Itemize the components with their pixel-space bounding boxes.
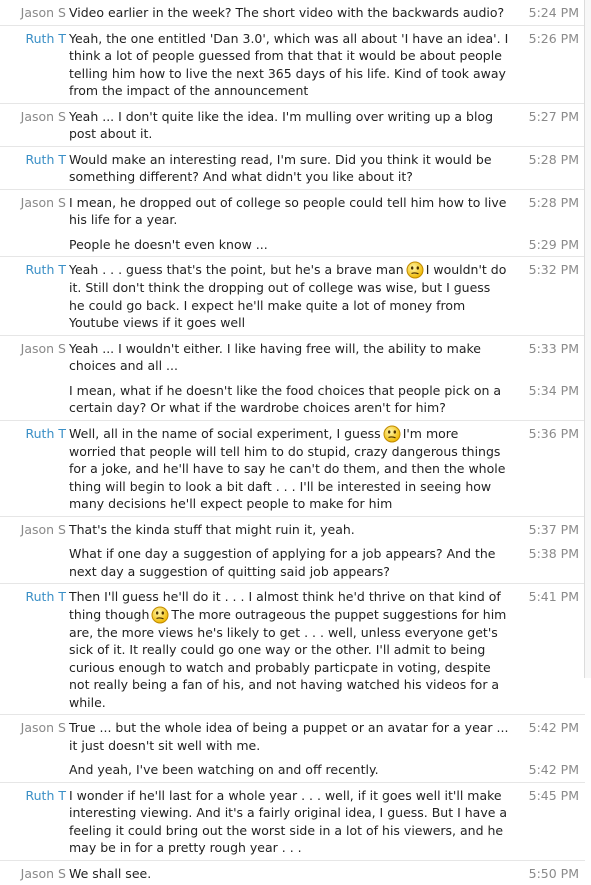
message-row: What if one day a suggestion of applying…	[0, 541, 585, 583]
scrollbar[interactable]	[584, 0, 591, 678]
sender-name: Jason S	[0, 521, 68, 539]
confused-smiley-icon	[406, 261, 424, 279]
message-text: Then I'll guess he'll do it . . . I almo…	[68, 588, 509, 711]
resize-grip-icon[interactable]: ◦◦◦	[291, 667, 305, 676]
message-text: Yeah . . . guess that's the point, but h…	[68, 261, 509, 332]
confused-smiley-icon	[151, 606, 169, 624]
timestamp: 5:24 PM	[509, 4, 585, 22]
sender-name: Ruth T	[0, 787, 68, 805]
message-text: Yeah, the one entitled 'Dan 3.0', which …	[68, 30, 509, 100]
message-text: People he doesn't even know ...	[68, 236, 509, 254]
message-text-segment: Well, all in the name of social experime…	[69, 426, 381, 441]
message-row: Ruth TWell, all in the name of social ex…	[0, 420, 585, 516]
message-text: I mean, he dropped out of college so peo…	[68, 194, 509, 229]
sender-name: Ruth T	[0, 425, 68, 443]
timestamp: 5:36 PM	[509, 425, 585, 443]
message-text: That's the kinda stuff that might ruin i…	[68, 521, 509, 539]
sender-name: Ruth T	[0, 261, 68, 279]
message-text: Yeah ... I wouldn't either. I like havin…	[68, 340, 509, 375]
message-row: People he doesn't even know ...5:29 PM	[0, 232, 585, 257]
timestamp: 5:45 PM	[509, 787, 585, 805]
timestamp: 5:34 PM	[509, 382, 585, 400]
timestamp: 5:42 PM	[509, 719, 585, 737]
message-row: Jason SYeah ... I don't quite like the i…	[0, 103, 585, 146]
message-text: Would make an interesting read, I'm sure…	[68, 151, 509, 186]
sender-name: Jason S	[0, 4, 68, 22]
timestamp: 5:28 PM	[509, 151, 585, 169]
message-row: Ruth TYeah, the one entitled 'Dan 3.0', …	[0, 25, 585, 103]
message-text: I mean, what if he doesn't like the food…	[68, 382, 509, 417]
timestamp: 5:26 PM	[509, 30, 585, 48]
message-text: We shall see.	[68, 865, 509, 883]
message-text: Yeah ... I don't quite like the idea. I'…	[68, 108, 509, 143]
message-text-segment: Yeah . . . guess that's the point, but h…	[69, 262, 404, 277]
message-row: Jason SI mean, he dropped out of college…	[0, 189, 585, 232]
timestamp: 5:27 PM	[509, 108, 585, 126]
message-row: Ruth TWould make an interesting read, I'…	[0, 146, 585, 189]
message-row: Ruth TYeah . . . guess that's the point,…	[0, 256, 585, 335]
timestamp: 5:42 PM	[509, 761, 585, 779]
message-row: Jason SVideo earlier in the week? The sh…	[0, 0, 585, 25]
sender-name: Jason S	[0, 194, 68, 212]
sender-name: Ruth T	[0, 30, 68, 48]
sender-name: Jason S	[0, 340, 68, 358]
timestamp: 5:37 PM	[509, 521, 585, 539]
message-text: What if one day a suggestion of applying…	[68, 545, 509, 580]
timestamp: 5:50 PM	[509, 865, 585, 883]
timestamp: 5:32 PM	[509, 261, 585, 279]
message-text: I wonder if he'll last for a whole year …	[68, 787, 509, 857]
timestamp: 5:41 PM	[509, 588, 585, 606]
timestamp: 5:33 PM	[509, 340, 585, 358]
timestamp: 5:29 PM	[509, 236, 585, 254]
message-row: Jason SWe shall see.5:50 PM	[0, 860, 585, 885]
message-row: I mean, what if he doesn't like the food…	[0, 378, 585, 420]
message-row: Jason STrue ... but the whole idea of be…	[0, 714, 585, 757]
sender-name: Jason S	[0, 108, 68, 126]
sender-name: Jason S	[0, 865, 68, 883]
message-text: True ... but the whole idea of being a p…	[68, 719, 509, 754]
message-text: Well, all in the name of social experime…	[68, 425, 509, 513]
sender-name: Jason S	[0, 719, 68, 737]
timestamp: 5:38 PM	[509, 545, 585, 563]
message-text: Video earlier in the week? The short vid…	[68, 4, 509, 22]
chat-transcript: Jason SVideo earlier in the week? The sh…	[0, 0, 585, 885]
sender-name: Ruth T	[0, 151, 68, 169]
message-text: And yeah, I've been watching on and off …	[68, 761, 509, 779]
message-row: And yeah, I've been watching on and off …	[0, 757, 585, 782]
sender-name: Ruth T	[0, 588, 68, 606]
confused-smiley-icon	[383, 425, 401, 443]
timestamp: 5:28 PM	[509, 194, 585, 212]
message-row: Ruth TThen I'll guess he'll do it . . . …	[0, 583, 585, 714]
message-row: Ruth TI wonder if he'll last for a whole…	[0, 782, 585, 860]
message-row: Jason SYeah ... I wouldn't either. I lik…	[0, 335, 585, 378]
message-row: Jason SThat's the kinda stuff that might…	[0, 516, 585, 542]
